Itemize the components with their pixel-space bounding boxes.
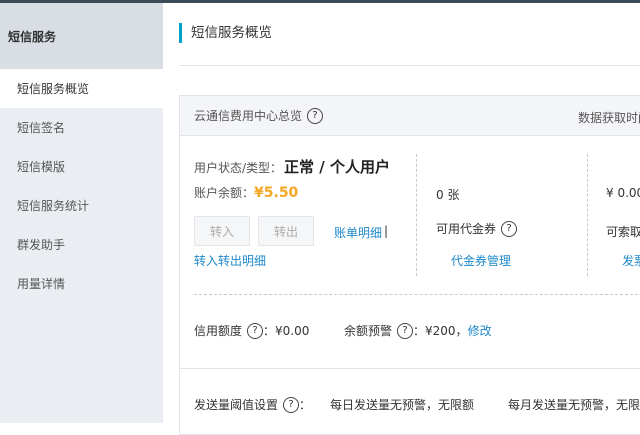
invoice-label: 可索取 <box>606 225 640 239</box>
voucher-label: 可用代金券 <box>436 222 497 236</box>
modify-link[interactable]: 修改 <box>468 322 492 339</box>
panel-title: 云通信费用中心总览 <box>194 109 303 123</box>
balance-row: 账户余额：¥5.50 <box>194 184 298 201</box>
voucher-count: 0 张 <box>436 188 460 202</box>
user-status-value: 正常 / 个人用户 <box>284 158 390 176</box>
monthly-threshold: 每月发送量无预警，无限额 <box>508 398 640 412</box>
balance-alert-row: 余额预警 ? ：¥200， 修改 <box>344 322 492 339</box>
credit-row: 信用额度 ? ：¥0.00 <box>194 322 309 339</box>
balance-alert-help-icon[interactable]: ? <box>397 322 414 339</box>
user-status-label: 用户状态/类型： <box>194 161 283 175</box>
voucher-help-icon[interactable]: ? <box>501 220 518 237</box>
sidebar-item-usage[interactable]: 用量详情 <box>0 264 163 303</box>
panel-title-wrap: 云通信费用中心总览 ? <box>194 107 324 124</box>
transfer-detail-link[interactable]: 转入转出明细 <box>194 252 266 269</box>
voucher-label-wrap: 可用代金券 ? <box>436 220 518 237</box>
sidebar-item-statistics[interactable]: 短信服务统计 <box>0 186 163 225</box>
credit-help-icon[interactable]: ? <box>247 322 264 339</box>
main-content: 短信服务概览 云通信费用中心总览 ? 数据获取时间 用户状态/类型：正常 / 个… <box>163 3 640 435</box>
sidebar-item-template[interactable]: 短信模版 <box>0 147 163 186</box>
credit-value: ：¥0.00 <box>263 324 310 338</box>
invoice-amount: ¥ 0.00 <box>606 186 640 200</box>
data-fetch-time: 数据获取时间 <box>578 111 640 125</box>
threshold-label-wrap: 发送量阈值设置 ? ： <box>194 396 311 413</box>
section-divider <box>194 294 640 295</box>
column-divider-2 <box>587 154 588 276</box>
sidebar-item-signature[interactable]: 短信签名 <box>0 108 163 147</box>
sidebar-item-overview[interactable]: 短信服务概览 <box>0 69 163 108</box>
credit-label: 信用额度 <box>194 324 243 338</box>
threshold-divider <box>180 368 640 369</box>
daily-threshold: 每日发送量无预警，无限额 <box>330 398 475 412</box>
balance-alert-label: 余额预警 <box>344 324 393 338</box>
threshold-label: 发送量阈值设置 <box>194 398 279 412</box>
transfer-in-button[interactable]: 转入 <box>194 216 250 246</box>
sidebar-item-bulk-send[interactable]: 群发助手 <box>0 225 163 264</box>
balance-alert-value: ：¥200， <box>413 324 468 338</box>
panel-header: 云通信费用中心总览 ? 数据获取时间 <box>180 96 640 136</box>
page-title: 短信服务概览 <box>179 23 272 43</box>
help-icon[interactable]: ? <box>307 107 324 124</box>
link-separator: | <box>384 224 389 238</box>
bill-detail-link[interactable]: 账单明细 <box>334 224 382 241</box>
sidebar-header: 短信服务 <box>0 3 163 69</box>
column-divider-1 <box>416 154 417 276</box>
balance-value: ¥5.50 <box>254 185 299 201</box>
invoice-link[interactable]: 发票 <box>622 252 640 269</box>
voucher-manage-link[interactable]: 代金券管理 <box>451 252 511 269</box>
threshold-colon: ： <box>299 398 312 412</box>
title-divider <box>179 65 640 66</box>
sidebar: 短信服务 短信服务概览 短信签名 短信模版 短信服务统计 群发助手 用量详情 <box>0 3 163 423</box>
user-status-row: 用户状态/类型： 正常 / 个人用户 <box>194 156 390 177</box>
balance-label: 账户余额： <box>194 186 255 200</box>
threshold-help-icon[interactable]: ? <box>283 396 300 413</box>
transfer-out-button[interactable]: 转出 <box>258 216 314 246</box>
billing-overview-panel: 云通信费用中心总览 ? 数据获取时间 用户状态/类型：正常 / 个人用户 账户余… <box>179 95 640 435</box>
